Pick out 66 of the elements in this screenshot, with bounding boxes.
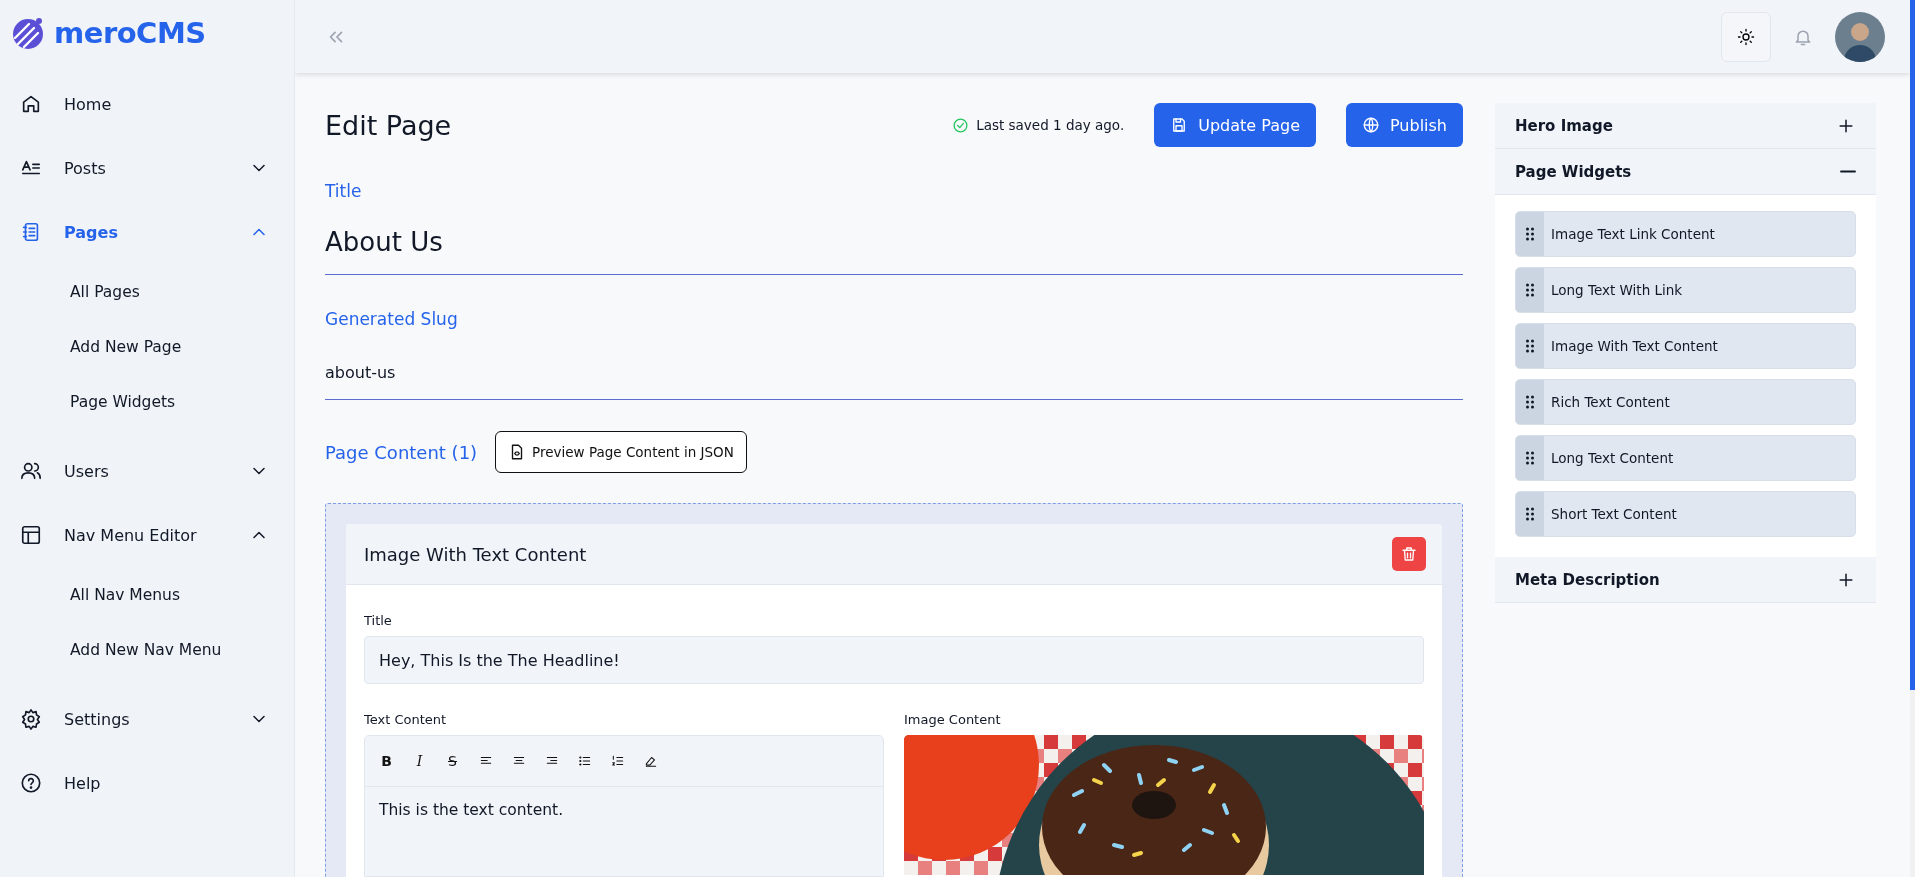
settings-icon — [20, 708, 42, 730]
field-label: Title — [325, 181, 363, 201]
users-icon — [20, 460, 42, 482]
ordered-list-icon — [610, 754, 625, 768]
field-label: Image Content — [904, 712, 1002, 727]
globe-icon — [1361, 116, 1380, 134]
title-field[interactable]: About Us — [325, 227, 1463, 257]
sidebar-item[interactable]: Pages — [0, 200, 294, 264]
home-icon — [20, 93, 42, 115]
update-page-button[interactable]: Update Page — [1154, 103, 1316, 147]
drag-handle-icon[interactable] — [1526, 283, 1534, 297]
accordion-header[interactable]: Page Widgets — [1495, 149, 1876, 195]
page-title: Edit Page — [325, 109, 453, 141]
slug-value: about-us — [325, 363, 397, 382]
rich-text-editor[interactable]: B I S This is the text content. — [364, 735, 884, 877]
delete-button[interactable] — [1392, 537, 1426, 571]
logo-icon — [10, 16, 44, 50]
save-status: Last saved 1 day ago. — [976, 117, 1125, 133]
sun-icon — [1737, 27, 1755, 46]
minus-icon — [1840, 170, 1856, 173]
help-icon — [20, 772, 42, 794]
scrollbar-thumb[interactable] — [1910, 0, 1915, 690]
layout-icon — [20, 524, 42, 546]
drag-handle-icon[interactable] — [1526, 507, 1534, 521]
logo-text: meroCMS — [54, 16, 206, 50]
field-label: Title — [364, 613, 393, 628]
theme-toggle-button[interactable] — [1721, 11, 1771, 62]
drag-handle-icon[interactable] — [1526, 227, 1534, 241]
widget-title: Image With Text Content — [364, 543, 588, 565]
sidebar-item[interactable]: Nav Menu Editor — [0, 503, 294, 567]
sidebar-subitem[interactable]: All Nav Menus — [0, 567, 294, 622]
sidebar-item[interactable]: Settings — [0, 687, 294, 751]
drag-handle-icon[interactable] — [1526, 395, 1534, 409]
sidebar-item[interactable]: Help — [0, 751, 294, 815]
widget-item[interactable]: Image With Text Content — [1515, 323, 1856, 369]
widget-item[interactable]: Long Text Content — [1515, 435, 1856, 481]
accordion-header[interactable]: Meta Description — [1495, 557, 1876, 603]
title-input[interactable]: Hey, This Is the The Headline! — [364, 636, 1424, 684]
eraser-icon — [643, 754, 658, 768]
field-label: Generated Slug — [325, 309, 459, 329]
strike-button[interactable]: S — [439, 747, 466, 775]
widget-item[interactable]: Short Text Content — [1515, 491, 1856, 537]
trash-icon — [1400, 545, 1418, 563]
check-circle-icon — [952, 116, 970, 134]
italic-button[interactable]: I — [406, 747, 433, 775]
sidebar-subitem[interactable]: All Pages — [0, 264, 294, 319]
avatar[interactable] — [1835, 11, 1885, 62]
sidebar-subitem[interactable]: Add New Nav Menu — [0, 622, 294, 677]
sidebar-item[interactable]: Users — [0, 439, 294, 503]
widget-item[interactable]: Rich Text Content — [1515, 379, 1856, 425]
sidebar-item[interactable]: Posts — [0, 136, 294, 200]
drag-handle-icon[interactable] — [1526, 339, 1534, 353]
bullet-list-icon — [577, 754, 592, 768]
widget-item[interactable]: Long Text With Link — [1515, 267, 1856, 313]
accordion-header[interactable]: Hero Image — [1495, 103, 1876, 149]
page-content-label: Page Content (1) — [325, 441, 478, 463]
drag-handle-icon[interactable] — [1526, 451, 1534, 465]
editor-text: This is the text content. — [378, 800, 565, 821]
widget-item[interactable]: Image Text Link Content — [1515, 211, 1856, 257]
sidebar-subitem[interactable]: Add New Page — [0, 319, 294, 374]
sidebar-subitem[interactable]: Page Widgets — [0, 374, 294, 429]
preview-json-button[interactable]: Preview Page Content in JSON — [495, 431, 747, 473]
bold-button[interactable]: B — [373, 747, 400, 775]
field-label: Text Content — [364, 712, 448, 727]
publish-button[interactable]: Publish — [1345, 103, 1463, 147]
sidebar-item[interactable]: Home — [0, 72, 294, 136]
